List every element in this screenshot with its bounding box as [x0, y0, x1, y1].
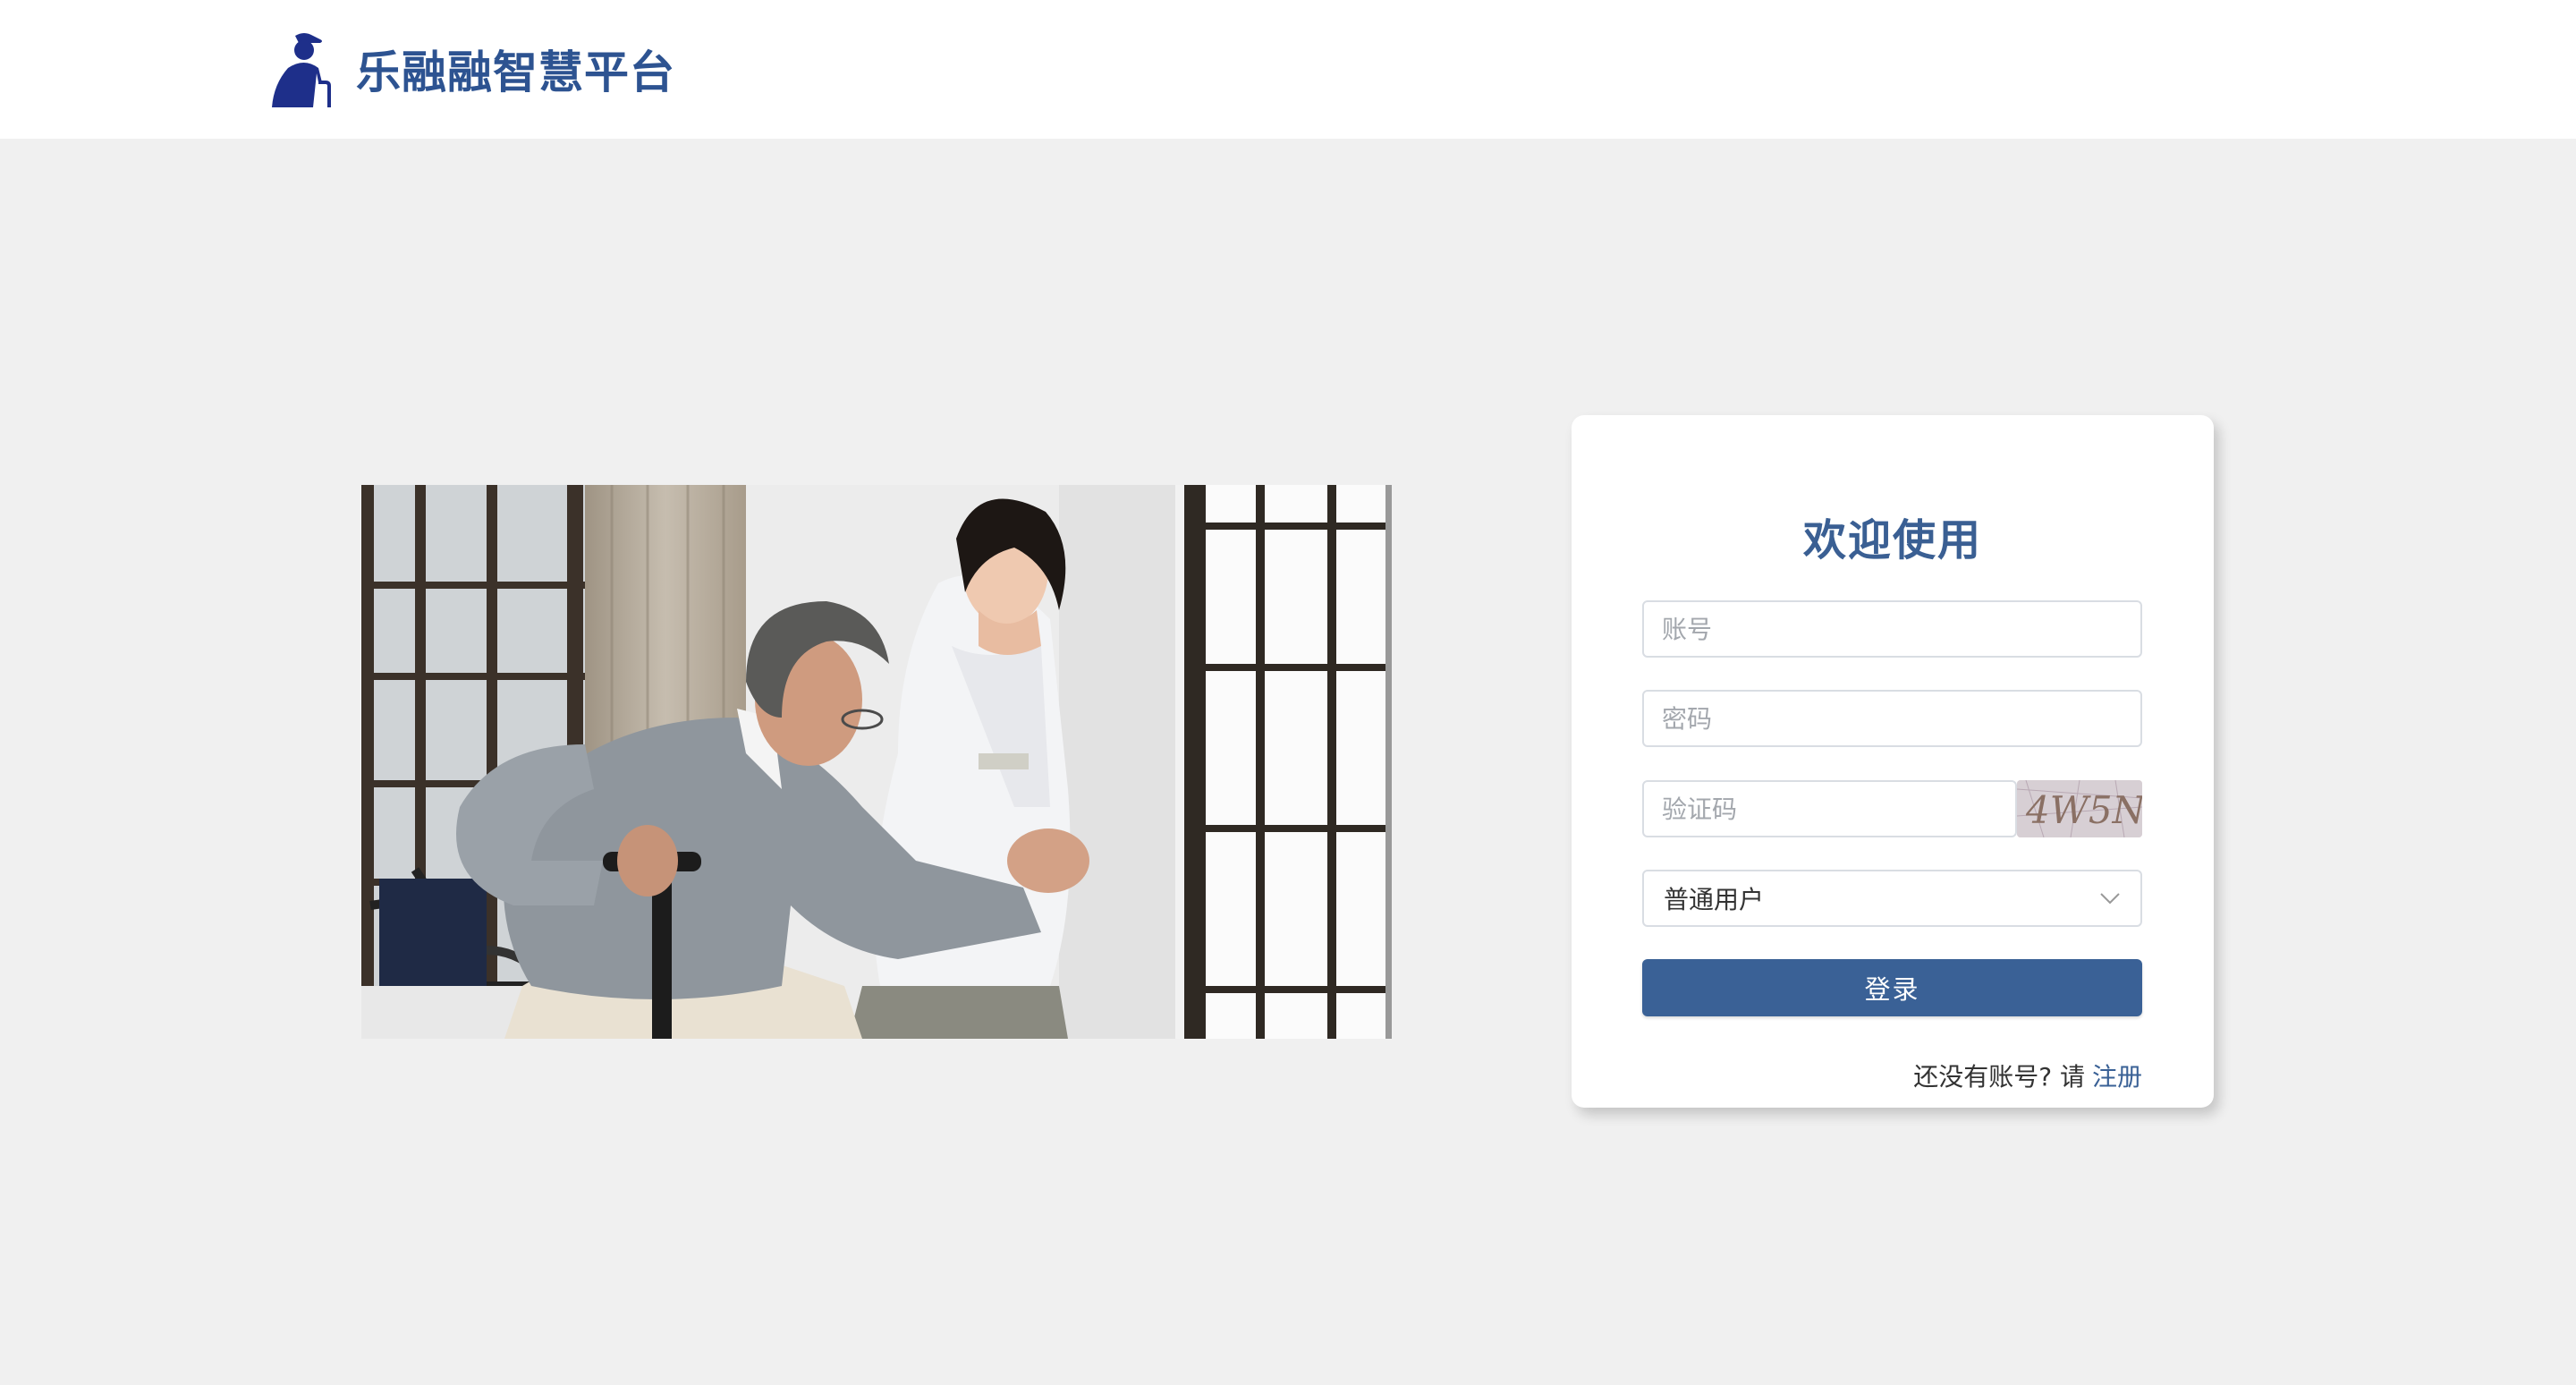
- register-prompt: 还没有账号? 请: [1913, 1062, 2085, 1092]
- user-type-select[interactable]: 普通用户: [1642, 870, 2142, 927]
- login-button[interactable]: 登录: [1642, 959, 2142, 1016]
- password-input[interactable]: [1642, 690, 2142, 747]
- top-header: 乐融融智慧平台: [0, 0, 2576, 139]
- register-line: 还没有账号? 请注册: [1913, 1058, 2142, 1093]
- chevron-down-icon: [2100, 893, 2120, 905]
- captcha-image[interactable]: 4W5N: [2017, 780, 2142, 837]
- brand-title: 乐融融智慧平台: [356, 47, 675, 98]
- caregiver-logo-icon: [272, 33, 331, 107]
- caregiver-illustration: [361, 485, 1392, 1039]
- register-link[interactable]: 注册: [2092, 1062, 2142, 1092]
- login-title: 欢迎使用: [1802, 515, 1982, 565]
- captcha-input[interactable]: [1642, 780, 2017, 837]
- login-card: 欢迎使用 4W5N 普通用户 登录 还没有账号? 请注册: [1572, 415, 2214, 1108]
- account-input[interactable]: [1642, 600, 2142, 658]
- captcha-text: 4W5N: [2025, 788, 2142, 832]
- user-type-value: 普通用户: [1664, 885, 1765, 914]
- brand[interactable]: 乐融融智慧平台: [268, 30, 675, 107]
